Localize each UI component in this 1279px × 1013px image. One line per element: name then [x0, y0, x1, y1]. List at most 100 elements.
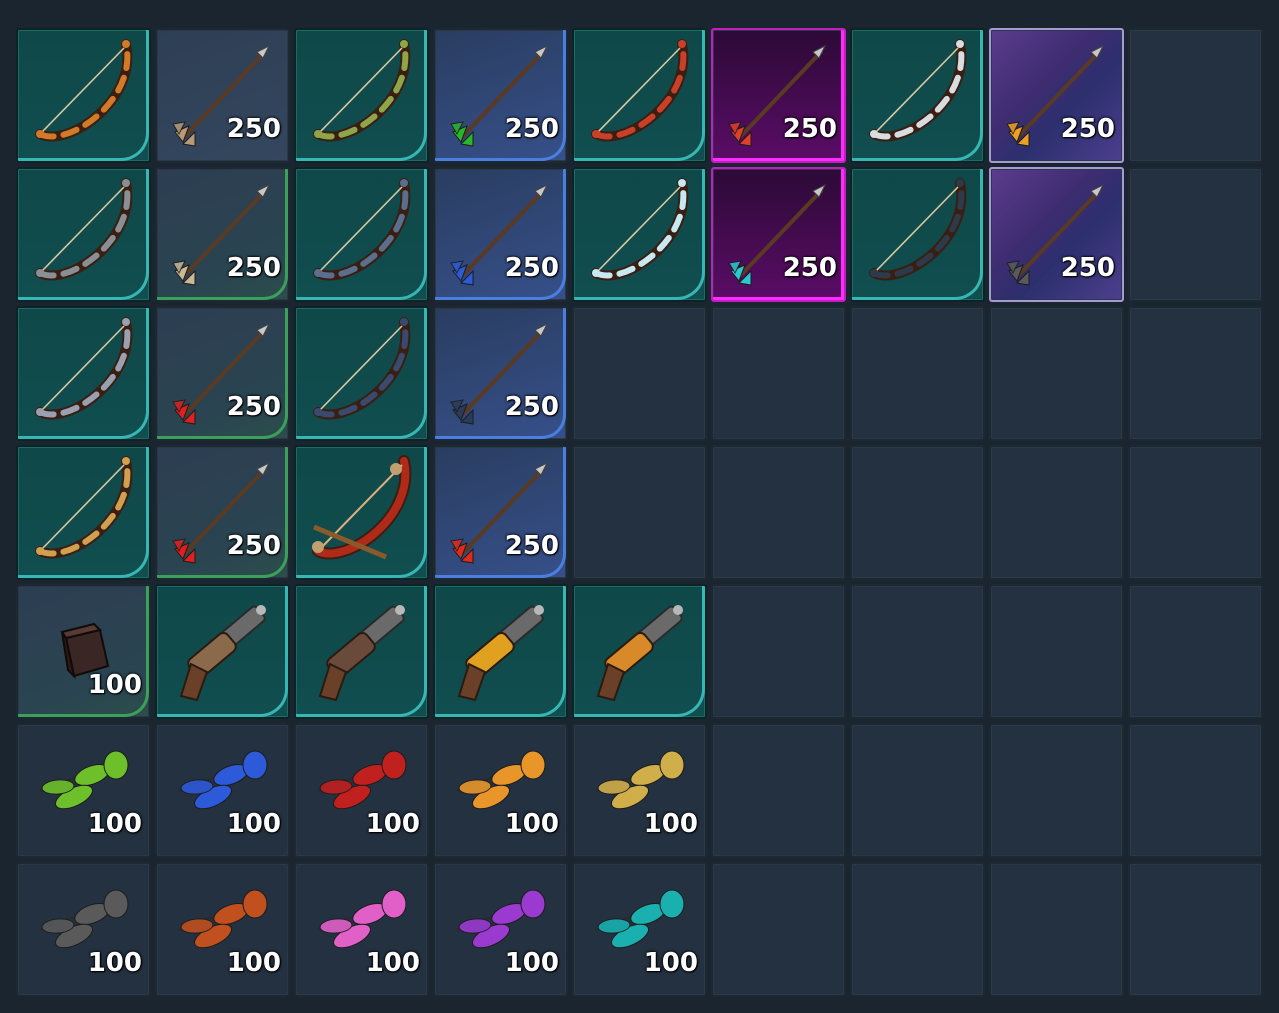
inventory-slot-bow[interactable]: [16, 28, 151, 163]
inventory-slot-empty[interactable]: [1128, 445, 1263, 580]
inventory-slot-feathers[interactable]: 100: [16, 723, 151, 858]
inventory-slot-bow[interactable]: [572, 167, 707, 302]
item-quantity: 250: [504, 531, 559, 561]
item-quantity: 100: [226, 948, 281, 978]
bow-icon: [35, 39, 133, 142]
inventory-slot-empty[interactable]: [711, 862, 846, 997]
inventory-slot-feathers[interactable]: 100: [294, 723, 429, 858]
inventory-slot-empty[interactable]: [989, 584, 1124, 719]
inventory-slot-empty[interactable]: [850, 862, 985, 997]
item-quantity: 100: [643, 948, 698, 978]
inventory-slot-pistol[interactable]: [572, 584, 707, 719]
inventory-slot-empty[interactable]: [989, 723, 1124, 858]
inventory-slot-feathers[interactable]: 100: [433, 723, 568, 858]
bow-icon: [591, 178, 689, 281]
bow-icon: [869, 39, 967, 142]
inventory-slot-feathers[interactable]: 100: [16, 862, 151, 997]
inventory-slot-empty[interactable]: [711, 306, 846, 441]
inventory-slot-empty[interactable]: [989, 445, 1124, 580]
item-quantity: 100: [365, 809, 420, 839]
inventory-slot-feathers[interactable]: 100: [572, 723, 707, 858]
inventory-slot-empty[interactable]: [850, 584, 985, 719]
item-quantity: 100: [504, 809, 559, 839]
item-quantity: 100: [504, 948, 559, 978]
inventory-slot-empty[interactable]: [572, 445, 707, 580]
inventory-slot-pistol[interactable]: [294, 584, 429, 719]
inventory-slot-empty[interactable]: [1128, 167, 1263, 302]
inventory-slot-arrow[interactable]: 250: [155, 306, 290, 441]
item-quantity: 100: [87, 809, 142, 839]
item-quantity: 250: [504, 114, 559, 144]
pistol-icon: [457, 605, 544, 702]
inventory-slot-feathers[interactable]: 100: [294, 862, 429, 997]
item-quantity: 250: [226, 531, 281, 561]
inventory-slot-empty[interactable]: [1128, 584, 1263, 719]
item-quantity: 250: [226, 392, 281, 422]
item-quantity: 250: [782, 114, 837, 144]
inventory-slot-bow[interactable]: [16, 167, 151, 302]
item-quantity: 250: [504, 392, 559, 422]
bow-icon: [313, 317, 411, 420]
item-quantity: 100: [643, 809, 698, 839]
item-quantity: 100: [365, 948, 420, 978]
inventory-slot-empty[interactable]: [1128, 28, 1263, 163]
inventory-slot-empty[interactable]: [1128, 862, 1263, 997]
inventory-slot-empty[interactable]: [989, 306, 1124, 441]
item-quantity: 100: [87, 948, 142, 978]
item-quantity: 100: [87, 670, 142, 700]
item-quantity: 250: [1060, 114, 1115, 144]
inventory-slot-arrow[interactable]: 250: [155, 445, 290, 580]
inventory-slot-feathers[interactable]: 100: [155, 723, 290, 858]
inventory-slot-arrow[interactable]: 250: [433, 445, 568, 580]
pistol-icon: [318, 605, 405, 702]
item-quantity: 100: [226, 809, 281, 839]
inventory-slot-arrow[interactable]: 250: [711, 167, 846, 302]
inventory-slot-empty[interactable]: [572, 306, 707, 441]
bow-icon: [35, 456, 133, 559]
inventory-slot-empty[interactable]: [1128, 723, 1263, 858]
item-quantity: 250: [504, 253, 559, 283]
inventory-slot-bow[interactable]: [572, 28, 707, 163]
item-quantity: 250: [226, 253, 281, 283]
pistol-icon: [596, 605, 683, 702]
inventory-slot-bow[interactable]: [294, 167, 429, 302]
crossbow-icon: [312, 455, 412, 560]
inventory-slot-bow[interactable]: [294, 445, 429, 580]
inventory-slot-empty[interactable]: [989, 862, 1124, 997]
inventory-slot-arrow[interactable]: 250: [989, 28, 1124, 163]
inventory-slot-empty[interactable]: [850, 445, 985, 580]
inventory-slot-feathers[interactable]: 100: [572, 862, 707, 997]
bow-icon: [35, 317, 133, 420]
inventory-slot-arrow[interactable]: 250: [433, 167, 568, 302]
bow-icon: [313, 39, 411, 142]
inventory-slot-arrow[interactable]: 250: [155, 28, 290, 163]
bow-icon: [591, 39, 689, 142]
item-quantity: 250: [782, 253, 837, 283]
inventory-slot-cube[interactable]: 100: [16, 584, 151, 719]
inventory-slot-arrow[interactable]: 250: [989, 167, 1124, 302]
inventory-slot-pistol[interactable]: [433, 584, 568, 719]
inventory-slot-empty[interactable]: [711, 584, 846, 719]
inventory-slot-bow[interactable]: [16, 306, 151, 441]
item-quantity: 250: [226, 114, 281, 144]
inventory-slot-empty[interactable]: [850, 306, 985, 441]
inventory-slot-feathers[interactable]: 100: [433, 862, 568, 997]
inventory-slot-arrow[interactable]: 250: [433, 306, 568, 441]
inventory-slot-bow[interactable]: [294, 28, 429, 163]
inventory-slot-empty[interactable]: [850, 723, 985, 858]
inventory-slot-feathers[interactable]: 100: [155, 862, 290, 997]
inventory-slot-arrow[interactable]: 250: [711, 28, 846, 163]
inventory-slot-empty[interactable]: [711, 723, 846, 858]
inventory-slot-bow[interactable]: [294, 306, 429, 441]
inventory-slot-empty[interactable]: [711, 445, 846, 580]
inventory-slot-pistol[interactable]: [155, 584, 290, 719]
bow-icon: [35, 178, 133, 281]
inventory-slot-empty[interactable]: [1128, 306, 1263, 441]
item-quantity: 250: [1060, 253, 1115, 283]
inventory-slot-bow[interactable]: [850, 28, 985, 163]
inventory-slot-arrow[interactable]: 250: [155, 167, 290, 302]
inventory-slot-bow[interactable]: [850, 167, 985, 302]
inventory-slot-arrow[interactable]: 250: [433, 28, 568, 163]
bow-icon: [313, 178, 411, 281]
inventory-slot-bow[interactable]: [16, 445, 151, 580]
